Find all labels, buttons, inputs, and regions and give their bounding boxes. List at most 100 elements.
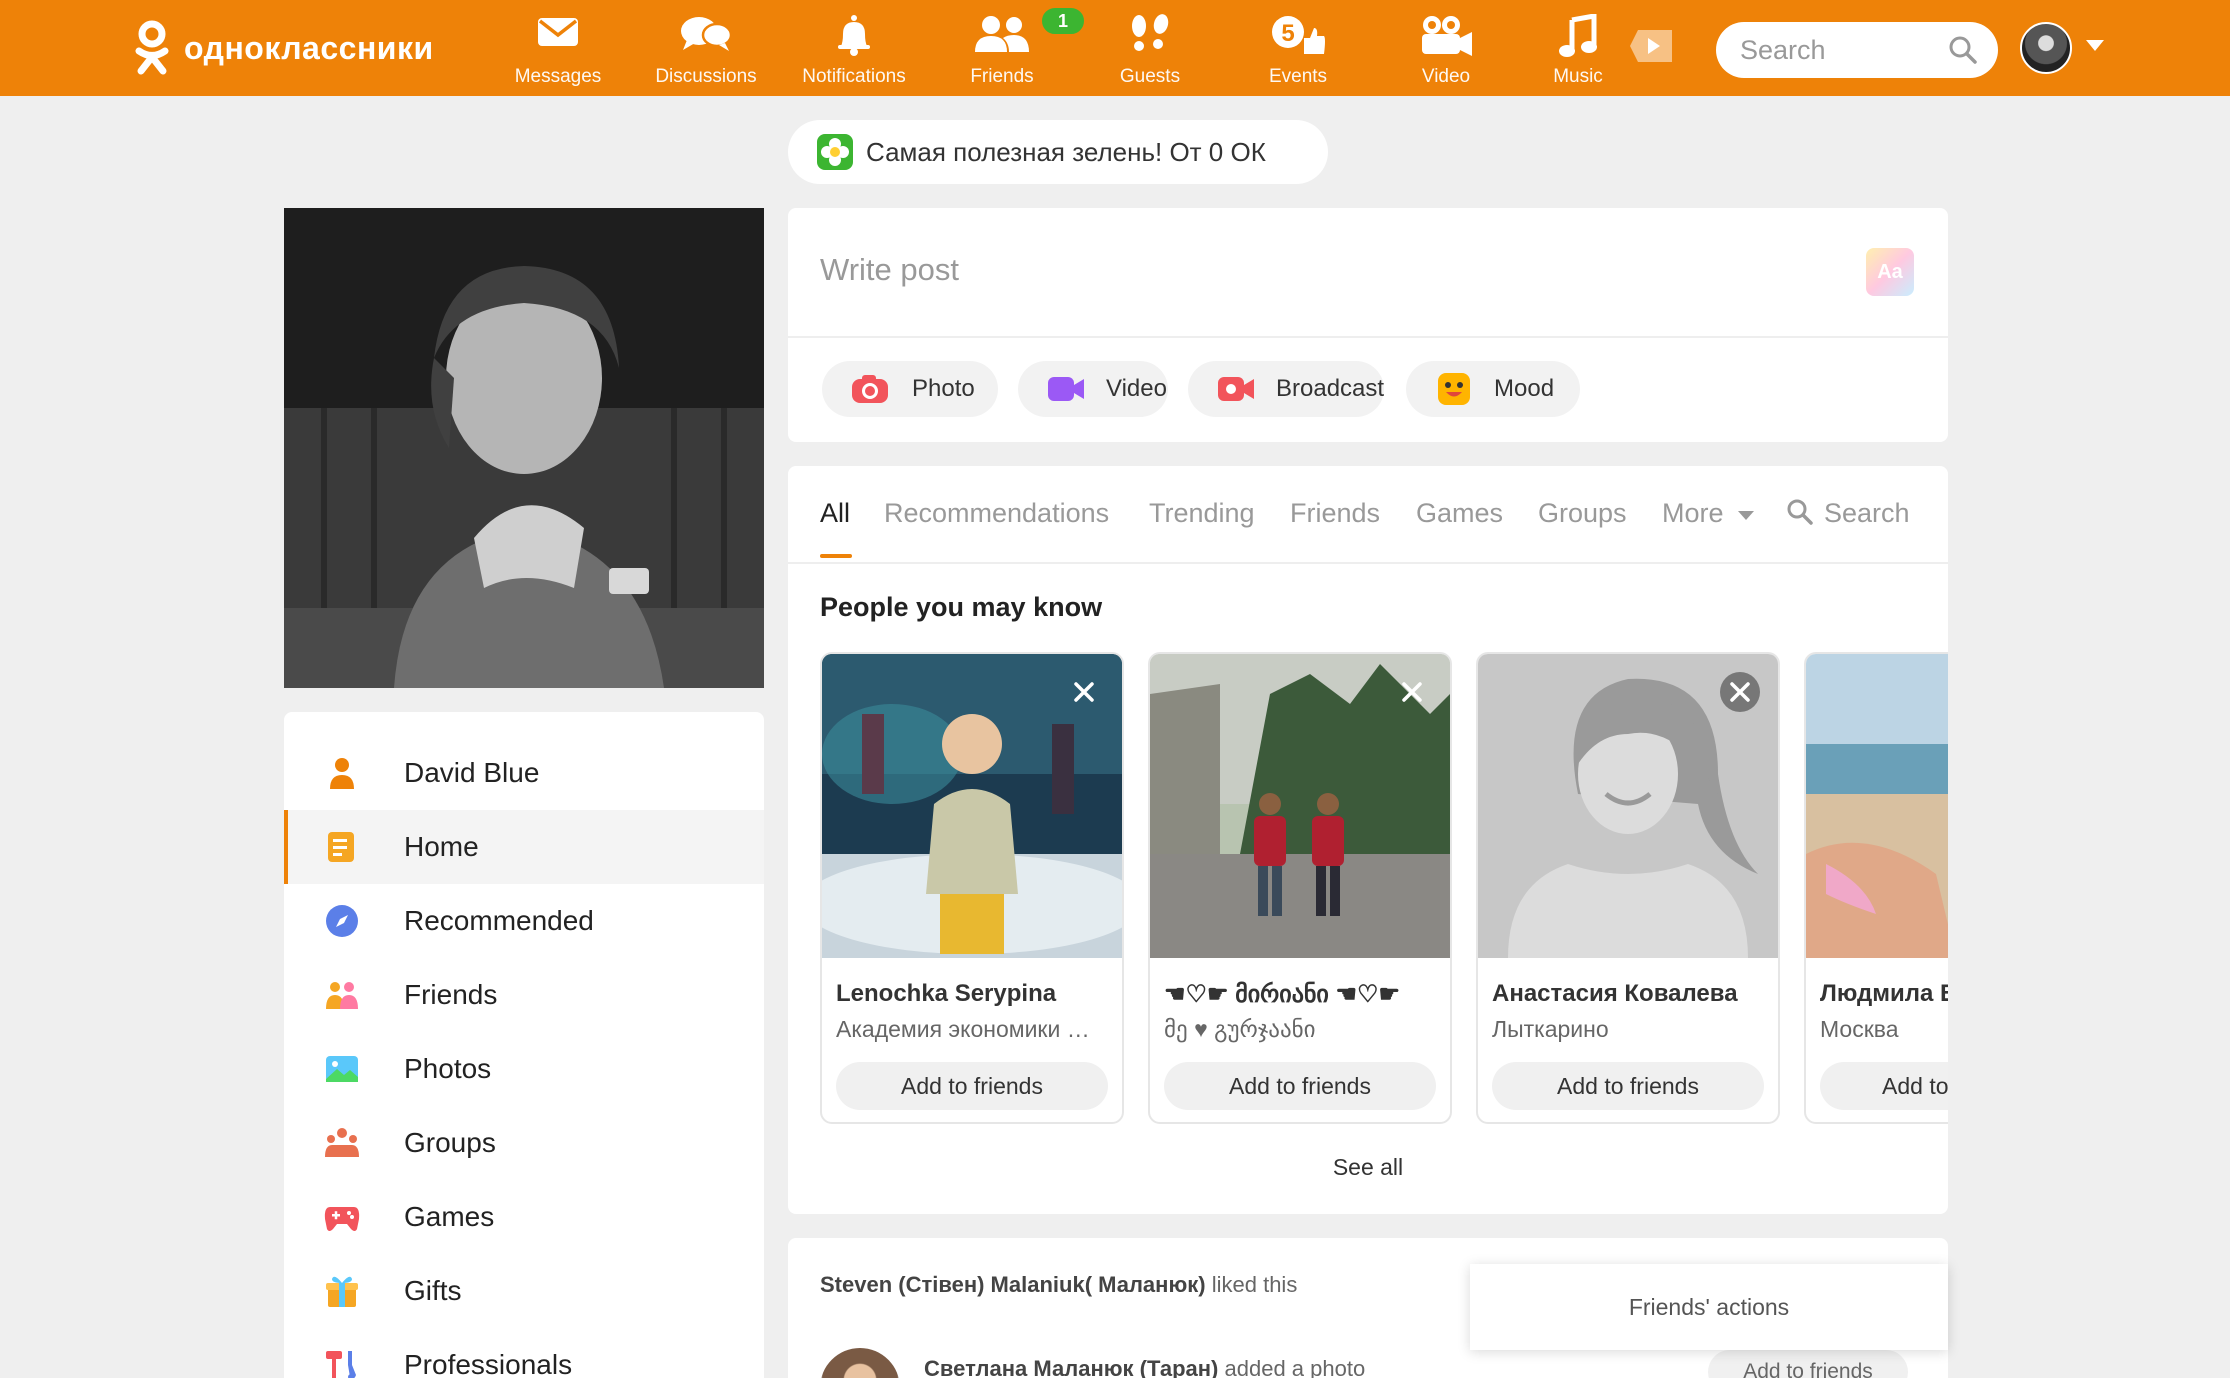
person-card[interactable]: Анастасия Ковалева Лыткарино Add to frie… <box>1476 652 1780 1124</box>
person-name[interactable]: ☚♡☛ მირიანი ☚♡☛ <box>1164 980 1444 1009</box>
broadcast-label: Broadcast <box>1276 375 1385 402</box>
nav-notifications[interactable]: Notifications <box>784 0 924 96</box>
sidebar-item-home[interactable]: Home <box>284 810 764 884</box>
feed-card: All Recommendations Trending Friends Gam… <box>788 466 1948 1214</box>
add-to-friends-button[interactable]: Add to friends <box>1492 1062 1764 1110</box>
music-note-icon <box>1559 14 1597 57</box>
ok-logo-icon <box>132 20 172 76</box>
nav-guests[interactable]: Guests <box>1080 0 1220 96</box>
tab-trending[interactable]: Trending <box>1149 498 1255 529</box>
photo-button[interactable]: Photo <box>822 361 998 417</box>
person-subtitle: Лыткарино <box>1492 1016 1609 1042</box>
sidebar-item-label: Professionals <box>404 1349 573 1378</box>
nav-label: Music <box>1553 66 1603 87</box>
play-music-icon[interactable] <box>1628 26 1676 71</box>
divider <box>788 562 1948 564</box>
nav-messages[interactable]: Messages <box>488 0 628 96</box>
person-name[interactable]: Людмила Б <box>1820 980 1948 1008</box>
tab-all[interactable]: All <box>820 498 850 529</box>
sidebar-item-photos[interactable]: Photos <box>284 1032 764 1106</box>
nav-music[interactable]: Music <box>1508 0 1648 96</box>
sidebar-item-groups[interactable]: Groups <box>284 1106 764 1180</box>
search-input[interactable] <box>1740 34 1950 66</box>
tab-recommendations[interactable]: Recommendations <box>884 498 1109 529</box>
sidebar-item-label: Groups <box>404 1127 496 1158</box>
add-to-friends-button[interactable]: Add to friends <box>1708 1350 1908 1378</box>
bell-icon <box>838 15 870 56</box>
text-format-button[interactable]: Aa <box>1866 248 1914 296</box>
video-icon <box>1048 377 1084 401</box>
video-button[interactable]: Video <box>1018 361 1168 417</box>
add-to-friends-button[interactable]: Add to friends <box>1164 1062 1436 1110</box>
tab-groups[interactable]: Groups <box>1538 498 1627 529</box>
nav-discussions[interactable]: Discussions <box>636 0 776 96</box>
footprints-icon <box>1132 14 1169 51</box>
active-tab-indicator <box>820 554 852 558</box>
promo-banner[interactable]: Самая полезная зелень! От 0 ОК <box>788 120 1328 184</box>
tab-more-label: More <box>1662 498 1724 528</box>
events-icon: 5 <box>1272 16 1325 54</box>
person-subtitle: მე ♥ გურჯაანი <box>1164 1016 1316 1042</box>
groups-icon <box>325 1128 359 1157</box>
person-subtitle: Москва <box>1820 1016 1899 1042</box>
sidebar-item-gifts[interactable]: Gifts <box>284 1254 764 1328</box>
sidebar-item-games[interactable]: Games <box>284 1180 764 1254</box>
tab-more[interactable]: More <box>1662 498 1755 529</box>
person-subtitle: Академия экономики … <box>836 1016 1090 1042</box>
flower-icon <box>816 133 854 171</box>
poster-avatar[interactable] <box>820 1348 900 1378</box>
activity-action: liked this <box>1211 1272 1298 1297</box>
sidebar-item-label: Home <box>404 831 479 862</box>
gift-icon <box>326 1276 358 1307</box>
see-all-link[interactable]: See all <box>788 1154 1948 1181</box>
tab-search[interactable]: Search <box>1786 498 1910 529</box>
user-icon <box>330 758 354 789</box>
poster-name[interactable]: Светлана Маланюк (Таран) <box>924 1356 1218 1378</box>
dismiss-icon[interactable] <box>1720 672 1760 712</box>
sidebar-item-recommended[interactable]: Recommended <box>284 884 764 958</box>
friends-icon <box>326 982 358 1009</box>
sidebar-item-profile[interactable]: David Blue <box>284 736 764 810</box>
people-you-may-know-title: People you may know <box>820 592 1103 622</box>
sidebar-item-professionals[interactable]: Professionals <box>284 1328 764 1378</box>
sidebar-item-label: Friends <box>404 979 498 1010</box>
photo-icon <box>326 1056 358 1082</box>
dismiss-icon[interactable] <box>1392 672 1432 712</box>
add-to-friends-button[interactable]: Add to <box>1820 1062 1948 1110</box>
chevron-down-icon <box>1738 510 1755 520</box>
promo-text: Самая полезная зелень! От 0 ОК <box>866 136 1266 167</box>
search-icon[interactable] <box>1948 35 1978 65</box>
home-feed-icon <box>328 832 354 862</box>
nav-events[interactable]: 5 Events <box>1228 0 1368 96</box>
header-search[interactable] <box>1716 22 1998 78</box>
friends-actions-tooltip[interactable]: Friends' actions <box>1470 1264 1948 1350</box>
person-card[interactable]: ☚♡☛ მირიანი ☚♡☛ მე ♥ გურჯაანი Add to fri… <box>1148 652 1452 1124</box>
mood-button[interactable]: Mood <box>1406 361 1580 417</box>
broadcast-button[interactable]: Broadcast <box>1188 361 1384 417</box>
add-to-friends-button[interactable]: Add to friends <box>836 1062 1108 1110</box>
search-icon <box>1787 499 1813 525</box>
tab-friends[interactable]: Friends <box>1290 498 1380 529</box>
chevron-down-icon[interactable] <box>2086 40 2104 51</box>
person-photo[interactable] <box>1806 654 1948 958</box>
top-navigation-bar: одноклассники Messages Discussions Notif… <box>0 0 2230 96</box>
tab-games[interactable]: Games <box>1416 498 1503 529</box>
person-card[interactable]: Людмила Б Москва Add to <box>1804 652 1948 1124</box>
sidebar-item-label: Recommended <box>404 905 594 936</box>
nav-label: Friends <box>970 66 1034 87</box>
nav-label: Notifications <box>802 66 906 87</box>
profile-photo[interactable] <box>284 208 764 688</box>
sidebar-item-friends[interactable]: Friends <box>284 958 764 1032</box>
logo-text: одноклассники <box>184 29 434 66</box>
ok-logo[interactable]: одноклассники <box>132 20 434 76</box>
person-card[interactable]: Lenochka Serypina Академия экономики … A… <box>820 652 1124 1124</box>
photo-label: Photo <box>912 375 975 402</box>
activity-actor[interactable]: Steven (Стівен) Malaniuk( Маланюк) <box>820 1272 1206 1297</box>
poster-action: added a photo <box>1224 1356 1366 1378</box>
user-avatar[interactable] <box>2020 22 2072 74</box>
person-name[interactable]: Анастасия Ковалева <box>1492 980 1772 1008</box>
nav-video[interactable]: Video <box>1376 0 1516 96</box>
write-post-input[interactable]: Write post <box>820 252 959 288</box>
dismiss-icon[interactable] <box>1064 672 1104 712</box>
person-name[interactable]: Lenochka Serypina <box>836 980 1116 1008</box>
